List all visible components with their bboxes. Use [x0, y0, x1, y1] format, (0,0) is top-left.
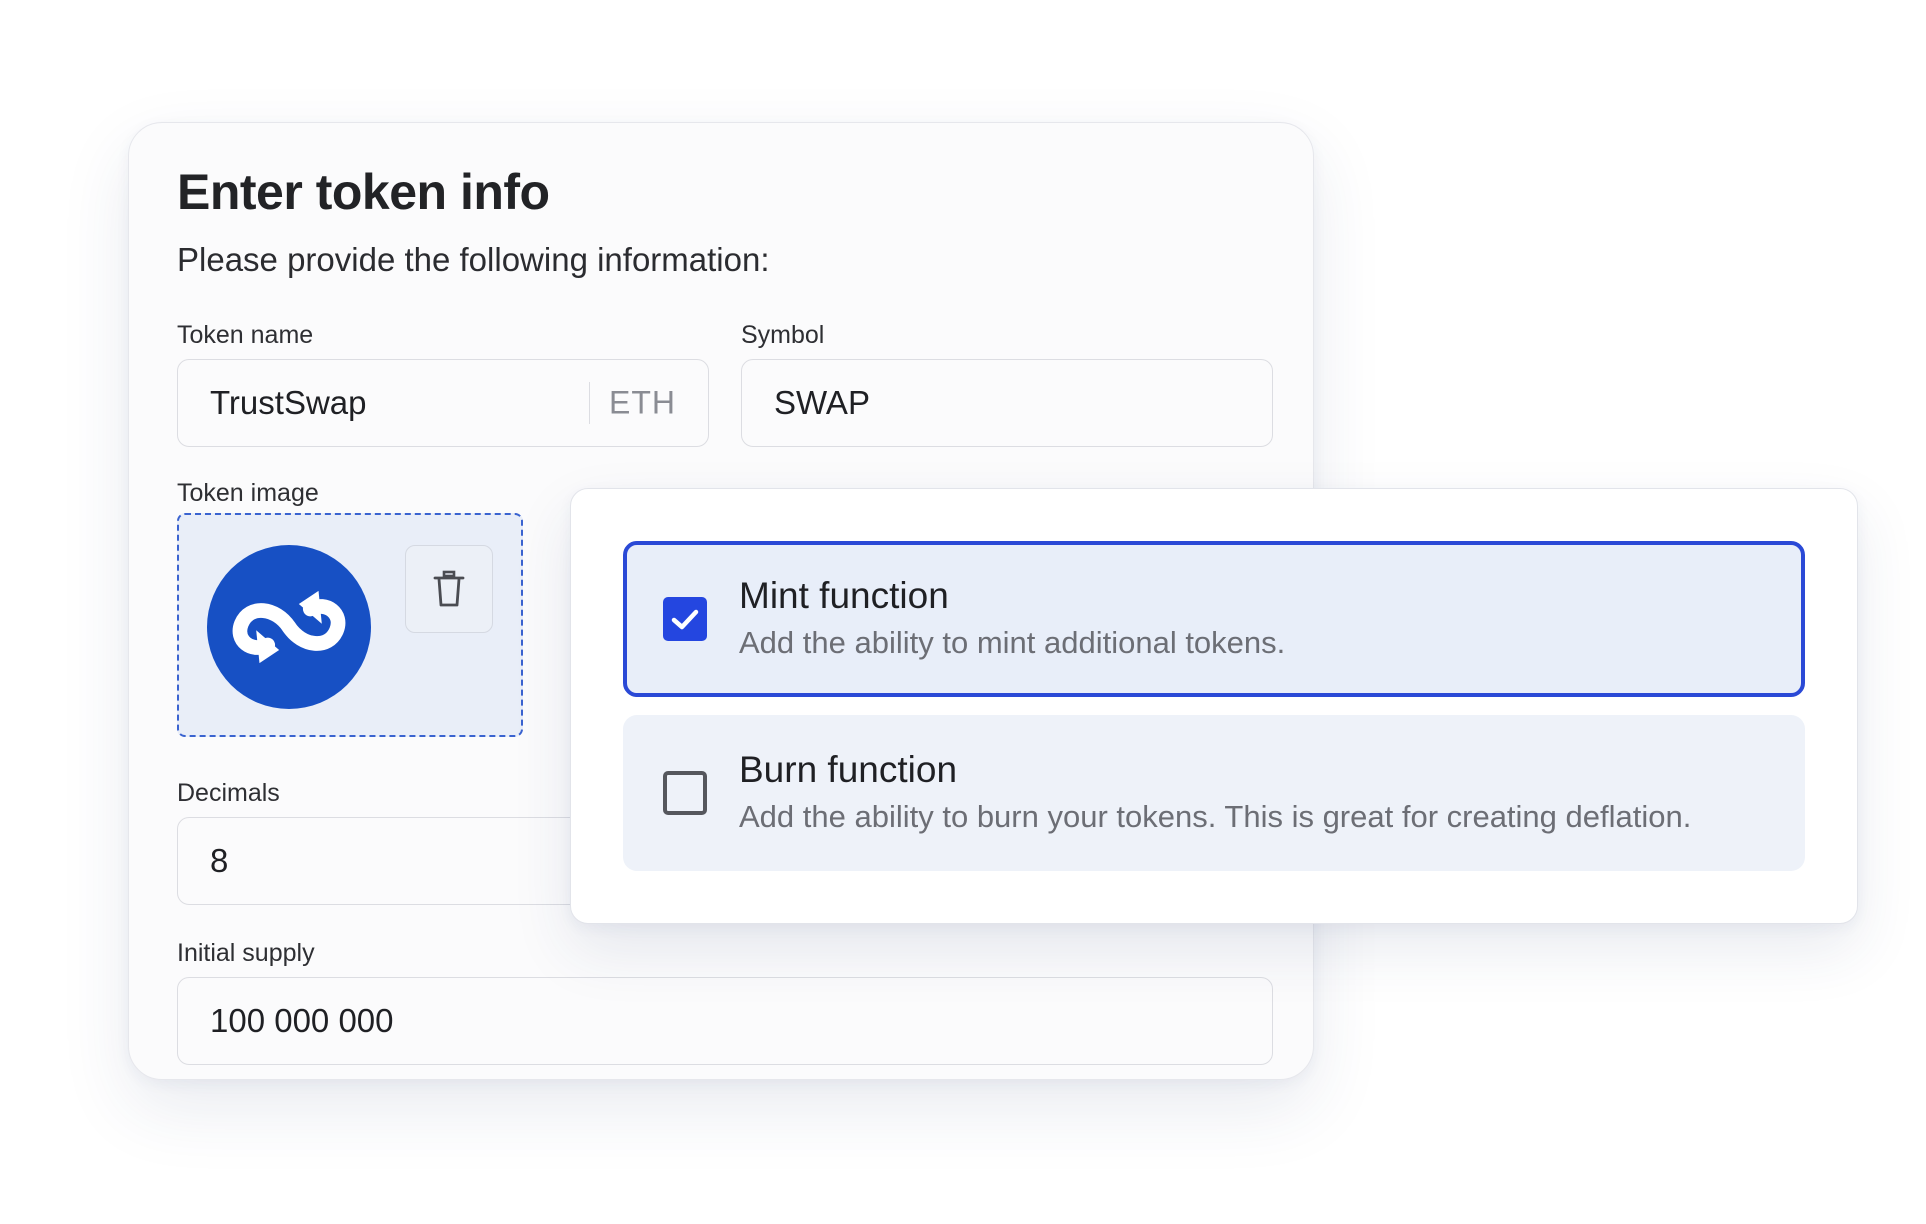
- token-functions-panel: Mint function Add the ability to mint ad…: [570, 488, 1858, 924]
- page-title: Enter token info: [177, 164, 550, 220]
- mint-option-title: Mint function: [739, 575, 949, 616]
- trash-icon: [433, 570, 465, 607]
- token-name-input[interactable]: TrustSwap ETH: [177, 359, 709, 447]
- token-image-dropzone[interactable]: [177, 513, 523, 737]
- burn-option-description: Add the ability to burn your tokens. Thi…: [739, 799, 1692, 834]
- token-name-label: Token name: [177, 321, 314, 349]
- initial-supply-label: Initial supply: [177, 939, 315, 967]
- page-subtitle: Please provide the following information…: [177, 241, 770, 278]
- trustswap-logo-icon: [207, 545, 371, 709]
- delete-image-button[interactable]: [405, 545, 493, 633]
- suffix-divider: [588, 382, 590, 424]
- burn-option-title: Burn function: [739, 749, 958, 790]
- initial-supply-value: 100 000 000: [210, 1002, 394, 1039]
- token-image-label: Token image: [177, 479, 319, 507]
- mint-option-description: Add the ability to mint additional token…: [739, 625, 1286, 660]
- decimals-value: 8: [210, 842, 229, 879]
- mint-function-option[interactable]: Mint function Add the ability to mint ad…: [623, 541, 1805, 697]
- initial-supply-input[interactable]: 100 000 000: [177, 977, 1273, 1065]
- checkmark-icon: [671, 609, 699, 630]
- symbol-label: Symbol: [741, 321, 825, 349]
- token-name-value: TrustSwap: [210, 384, 367, 421]
- mint-checkbox[interactable]: [663, 597, 707, 641]
- burn-checkbox[interactable]: [663, 771, 707, 815]
- decimals-label: Decimals: [177, 779, 280, 807]
- network-suffix: ETH: [609, 384, 676, 421]
- burn-function-option[interactable]: Burn function Add the ability to burn yo…: [623, 715, 1805, 871]
- symbol-input[interactable]: SWAP: [741, 359, 1273, 447]
- symbol-value: SWAP: [774, 384, 870, 421]
